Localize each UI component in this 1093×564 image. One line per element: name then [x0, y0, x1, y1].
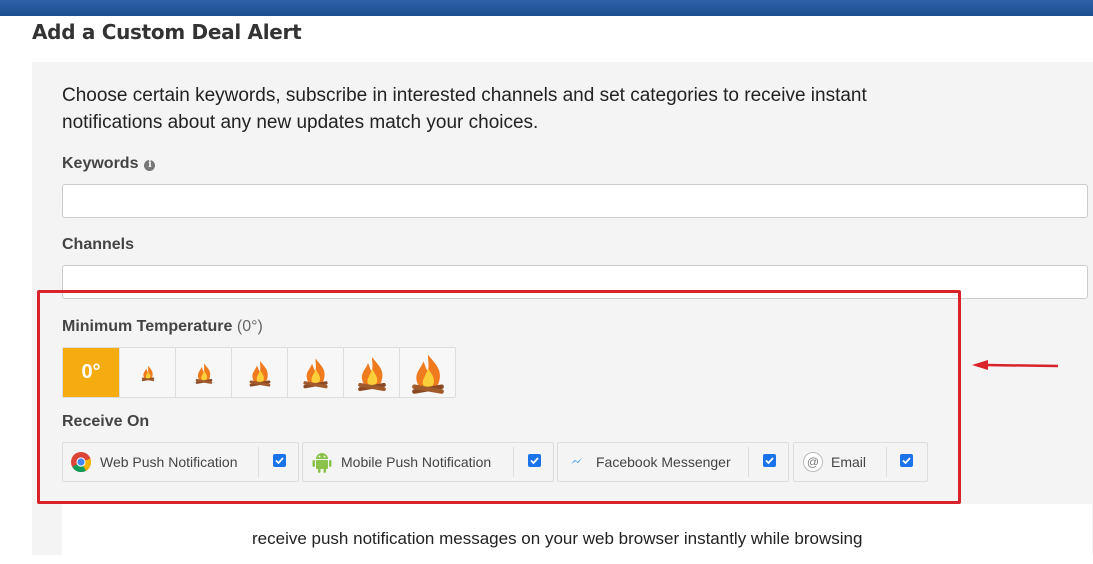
intro-line-2: notifications about any new updates matc… — [62, 112, 539, 133]
channel-description: receive push notification messages on yo… — [252, 529, 863, 548]
keywords-label-text: Keywords — [62, 155, 139, 172]
annotation-highlight-box — [37, 290, 961, 504]
page-title: Add a Custom Deal Alert — [32, 20, 302, 44]
keywords-input[interactable] — [62, 184, 1088, 218]
keywords-label: Keywords i — [62, 155, 156, 173]
channels-label: Channels — [62, 236, 135, 253]
annotation-arrow-icon — [972, 360, 1059, 370]
top-nav-bar — [0, 0, 1093, 16]
intro-text: Choose certain keywords, subscribe in in… — [62, 82, 962, 136]
intro-line-1: Choose certain keywords, subscribe in in… — [62, 85, 867, 106]
info-circle-icon[interactable]: i — [144, 160, 156, 171]
channel-description-card: receive push notification messages on yo… — [62, 504, 1092, 564]
